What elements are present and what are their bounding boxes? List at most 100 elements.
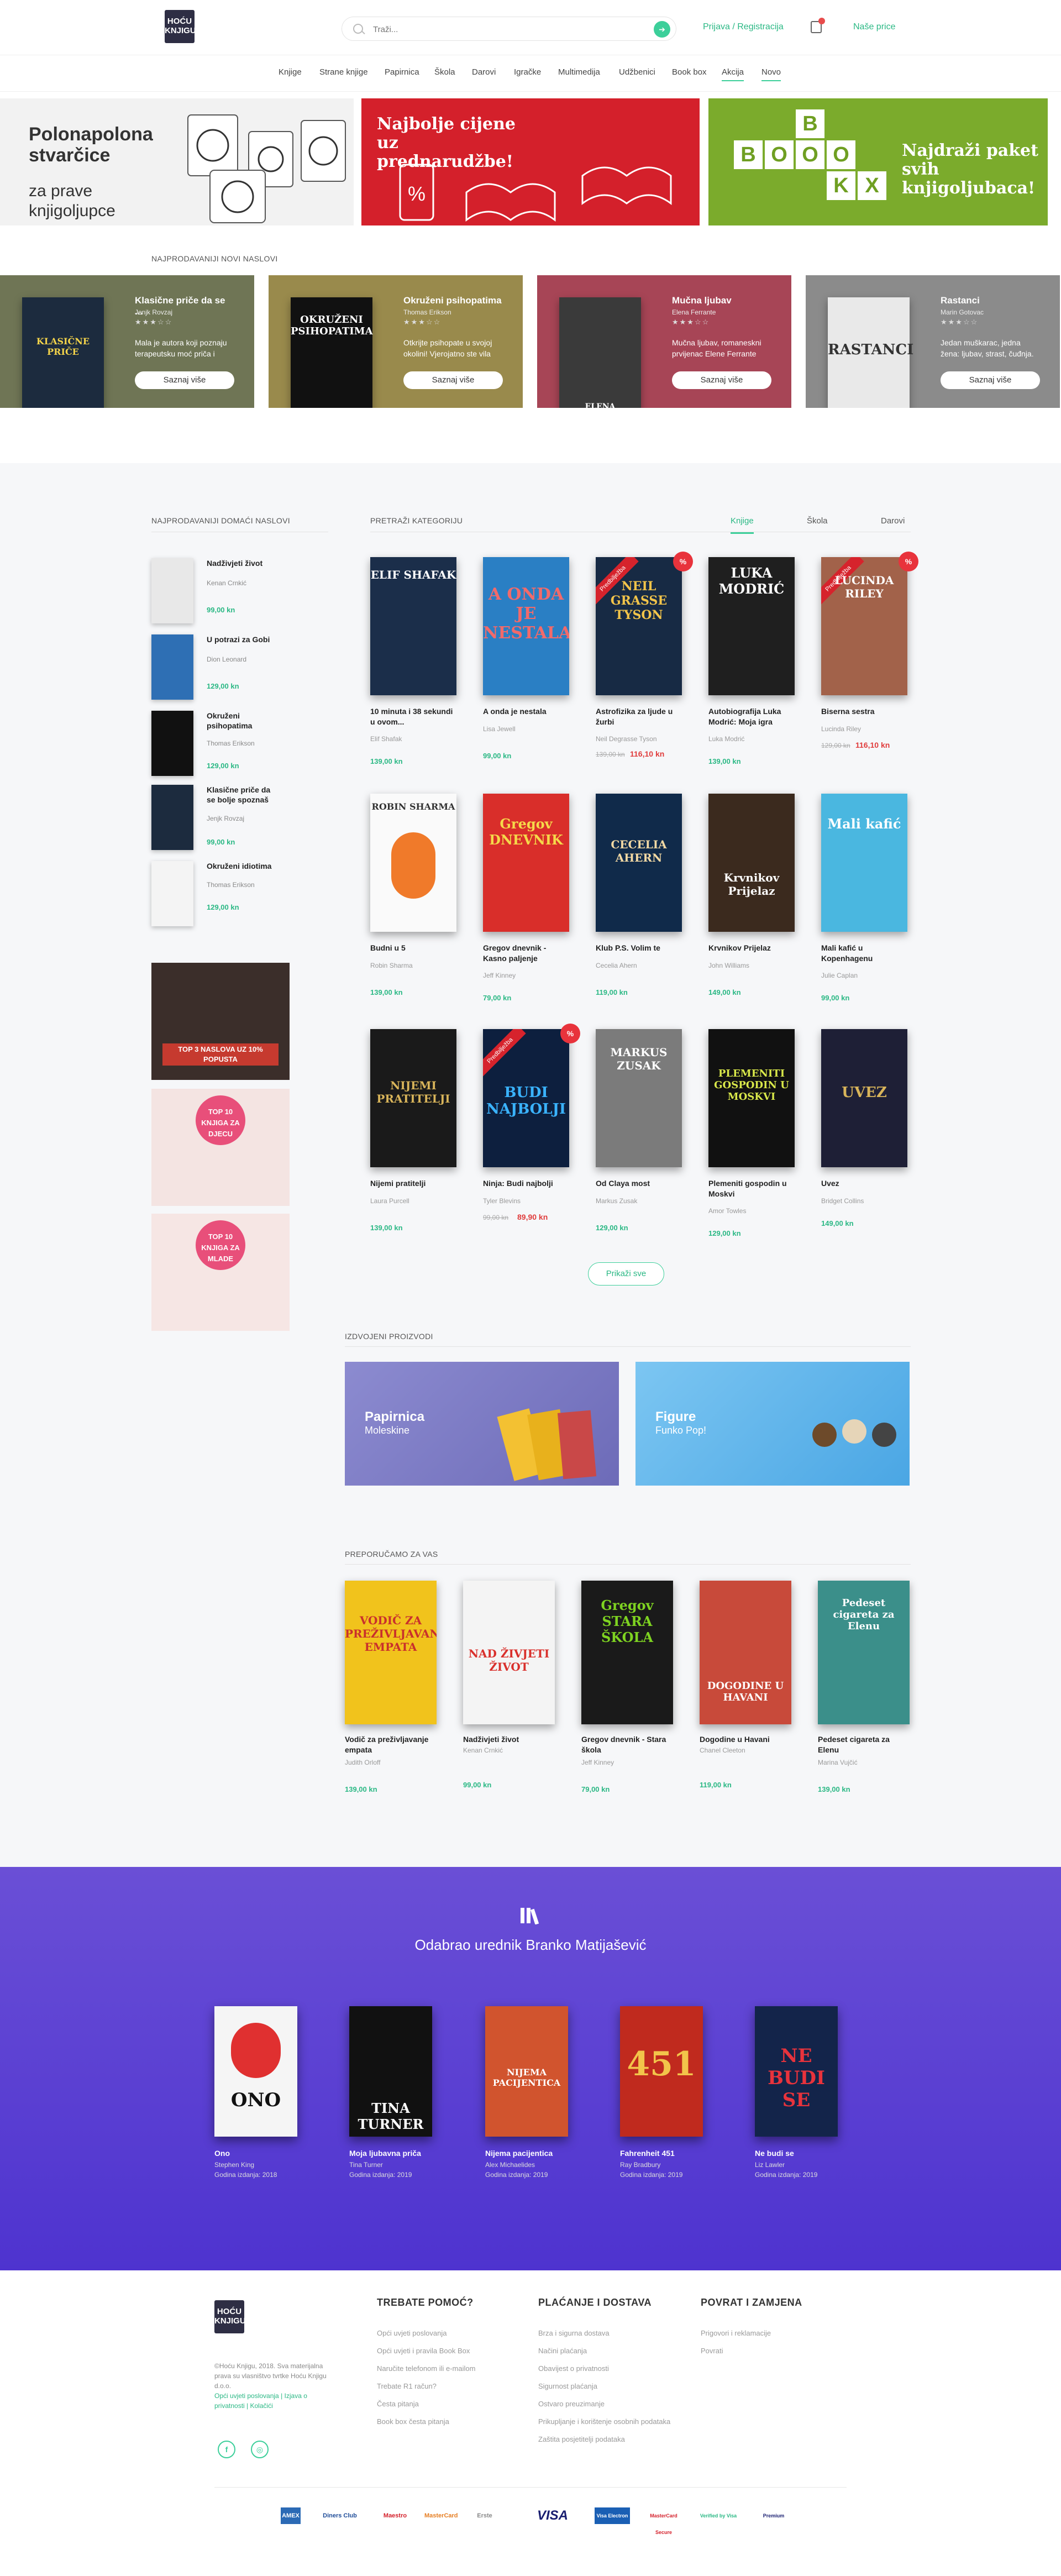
footer-link[interactable]: Sigurnost plaćanja xyxy=(538,2382,597,2390)
show-all-button[interactable]: Prikaži sve xyxy=(588,1262,664,1286)
nav-item-active[interactable]: Novo xyxy=(761,67,781,81)
footer-link[interactable]: Česta pitanja xyxy=(377,2400,419,2408)
book-cover[interactable]: Gregov DNEVNIK xyxy=(483,794,569,932)
highlight-card-figures[interactable]: Figure Funko Pop! xyxy=(635,1362,910,1486)
book-cover[interactable] xyxy=(151,558,193,623)
book-cover[interactable]: A ONDA JE NESTALA xyxy=(483,557,569,695)
product-card[interactable]: A ONDA JE NESTALA A onda je nestala Lisa… xyxy=(483,557,571,778)
book-cover[interactable]: ELIF SHAFAK xyxy=(370,557,456,695)
nav-item[interactable]: Papirnica xyxy=(385,67,419,77)
product-card[interactable]: ELIF SHAFAK 10 minuta i 38 sekundi u ovo… xyxy=(370,557,459,778)
book-cover[interactable]: PLEMENITI GOSPODIN U MOSKVI xyxy=(708,1029,795,1167)
editor-book[interactable]: NIJEMA PACIJENTICA Nijema pacijentica Al… xyxy=(485,2006,596,2179)
cart-icon[interactable] xyxy=(811,18,825,33)
book-title[interactable]: Krvnikov Prijelaz xyxy=(708,943,797,953)
search-input[interactable] xyxy=(373,23,638,35)
search-submit-button[interactable]: ➔ xyxy=(654,21,670,38)
footer-link[interactable]: Ostvaro preuzimanje xyxy=(538,2400,605,2408)
banner-bookbox[interactable]: B O X B O O K Najdraži paket svih knjigo… xyxy=(708,98,1048,225)
learn-more-button[interactable]: Saznaj više xyxy=(403,371,503,389)
product-card[interactable]: ROBIN SHARMA Budni u 5 Robin Sharma 139,… xyxy=(370,794,459,1015)
editor-book[interactable]: 451 Fahrenheit 451 Ray Bradbury Godina i… xyxy=(620,2006,731,2179)
sidebar-book[interactable]: Klasične priče da se bolje spoznaš Jenjk… xyxy=(151,785,328,854)
product-card[interactable]: Predbilježba NEIL GRASSE TYSON % Astrofiz… xyxy=(596,552,693,778)
book-cover[interactable] xyxy=(151,634,193,700)
editor-book[interactable]: NE BUDI SE Ne budi se Liz Lawler Godina … xyxy=(755,2006,865,2179)
book-cover[interactable]: Predbilježba BUDI NAJBOLJI xyxy=(483,1029,569,1167)
book-title[interactable]: U potrazi za Gobi xyxy=(207,634,279,644)
book-title[interactable]: Plemeniti gospodin u Moskvi xyxy=(708,1178,797,1199)
featured-title[interactable]: Mučna ljubav xyxy=(672,295,771,306)
footer-link[interactable]: Book box česta pitanja xyxy=(377,2417,449,2426)
product-card[interactable]: UVEZ Uvez Bridget Collins 149,00 kn xyxy=(821,1029,910,1250)
book-title[interactable]: Ono xyxy=(214,2149,230,2158)
book-cover[interactable] xyxy=(151,785,193,850)
footer-link[interactable]: Trebate R1 račun? xyxy=(377,2382,437,2390)
book-title[interactable]: Biserna sestra xyxy=(821,706,910,717)
sidebar-book[interactable]: Nadživjeti život Kenan Crnkić 99,00 kn xyxy=(151,558,328,628)
book-title[interactable]: Moja ljubavna priča xyxy=(349,2149,421,2158)
book-cover[interactable]: NAD ŽIVJETI ŽIVOT xyxy=(463,1581,555,1724)
footer-link[interactable]: Povrati xyxy=(701,2347,723,2355)
banner-preorder[interactable]: Najbolje cijene uz prednarudžbe! % xyxy=(361,98,700,225)
book-title[interactable]: Klub P.S. Volim te xyxy=(596,943,684,953)
book-title[interactable]: Od Claya most xyxy=(596,1178,684,1189)
book-cover[interactable]: DOGODINE U HAVANI xyxy=(700,1581,791,1724)
footer-link[interactable]: Zaštita posjetitelji podataka xyxy=(538,2435,625,2443)
book-cover[interactable]: KLASIČNE PRIČE xyxy=(22,297,104,408)
footer-link[interactable]: Naručite telefonom ili e-mailom xyxy=(377,2364,475,2373)
nav-item[interactable]: Book box xyxy=(672,67,707,77)
product-card[interactable]: Predbilježba BUDI NAJBOLJI % Ninja: Budi … xyxy=(483,1024,580,1250)
book-title[interactable]: Gregov dnevnik - Stara škola xyxy=(581,1734,670,1755)
book-cover[interactable]: VODIČ ZA PREŽIVLJAVANJE EMPATA xyxy=(345,1581,437,1724)
book-title[interactable]: Nijema pacijentica xyxy=(485,2149,553,2158)
product-card[interactable]: LUKA MODRIĆ Autobiografija Luka Modrić: … xyxy=(708,557,797,778)
book-title[interactable]: Vodič za preživljavanje empata xyxy=(345,1734,433,1755)
product-card[interactable]: PLEMENITI GOSPODIN U MOSKVI Plemeniti go… xyxy=(708,1029,797,1250)
book-cover[interactable]: 451 xyxy=(620,2006,703,2137)
highlight-card-stationery[interactable]: Papirnica Moleskine xyxy=(345,1362,619,1486)
book-title[interactable]: Dogodine u Havani xyxy=(700,1734,788,1745)
learn-more-button[interactable]: Saznaj više xyxy=(941,371,1040,389)
login-link[interactable]: Prijava / Registracija xyxy=(703,22,784,32)
book-title[interactable]: A onda je nestala xyxy=(483,706,571,717)
featured-card[interactable]: KLASIČNE PRIČE Klasične priče da se ... … xyxy=(0,275,254,408)
book-cover[interactable]: RASTANCI xyxy=(828,297,913,408)
tab-darovi[interactable]: Darovi xyxy=(881,516,905,526)
book-cover[interactable]: Mali kafić xyxy=(821,794,907,932)
nav-item[interactable]: Igračke xyxy=(514,67,541,77)
book-cover[interactable]: Krvnikov Prijelaz xyxy=(708,794,795,932)
book-cover[interactable]: NIJEMI PRATITELJI xyxy=(370,1029,456,1167)
product-card[interactable]: DOGODINE U HAVANI Dogodine u Havani Chan… xyxy=(700,1581,791,1802)
banner-merch[interactable]: Polonapolona stvarčice za prave knjigolj… xyxy=(0,98,354,225)
book-cover[interactable] xyxy=(151,711,193,776)
book-cover[interactable]: CECELIA AHERN xyxy=(596,794,682,932)
product-card[interactable]: CECELIA AHERN Klub P.S. Volim te Cecelia… xyxy=(596,794,684,1015)
book-title[interactable]: Uvez xyxy=(821,1178,910,1189)
nav-item[interactable]: Darovi xyxy=(472,67,496,77)
product-card[interactable]: NAD ŽIVJETI ŽIVOT Nadživjeti život Kenan… xyxy=(463,1581,555,1802)
featured-card[interactable]: RASTANCI Rastanci Marin Gotovac ★★★☆☆ Je… xyxy=(806,275,1060,408)
book-cover[interactable]: ELENA FERRANTE xyxy=(559,297,641,408)
featured-title[interactable]: Okruženi psihopatima xyxy=(403,295,503,306)
book-cover[interactable]: OKRUŽENI PSIHOPATIMA xyxy=(291,297,373,408)
book-title[interactable]: Okruženi psihopatima xyxy=(207,711,279,731)
book-title[interactable]: Klasične priče da se bolje spoznaš xyxy=(207,785,279,805)
book-cover[interactable]: Pedeset cigareta za Elenu xyxy=(818,1581,910,1724)
book-title[interactable]: Gregov dnevnik - Kasno paljenje xyxy=(483,943,571,964)
footer-link[interactable]: Opći uvjeti i pravila Book Box xyxy=(377,2347,470,2355)
book-cover[interactable]: NE BUDI SE xyxy=(755,2006,838,2137)
our-prices-link[interactable]: Naše price xyxy=(853,22,895,32)
product-card[interactable]: Gregov DNEVNIK Gregov dnevnik - Kasno pa… xyxy=(483,794,571,1015)
footer-link[interactable]: Prikupljanje i korištenje osobnih podata… xyxy=(538,2417,670,2426)
book-title[interactable]: Fahrenheit 451 xyxy=(620,2149,675,2158)
sidebar-book[interactable]: U potrazi za Gobi Dion Leonard 129,00 kn xyxy=(151,634,328,704)
tab-skola[interactable]: Škola xyxy=(807,516,828,526)
book-title[interactable]: Astrofizika za ljude u žurbi xyxy=(596,706,684,727)
nav-item[interactable]: Knjige xyxy=(279,67,302,77)
book-cover[interactable]: ONO xyxy=(214,2006,297,2137)
book-cover[interactable]: Predbilježba NEIL GRASSE TYSON xyxy=(596,557,682,695)
footer-link[interactable]: Obavijest o privatnosti xyxy=(538,2364,609,2373)
promo-banner[interactable]: TOP 3 NASLOVA UZ 10% POPUSTA xyxy=(151,963,290,1080)
product-card[interactable]: Mali kafić Mali kafić u Kopenhagenu Juli… xyxy=(821,794,910,1015)
